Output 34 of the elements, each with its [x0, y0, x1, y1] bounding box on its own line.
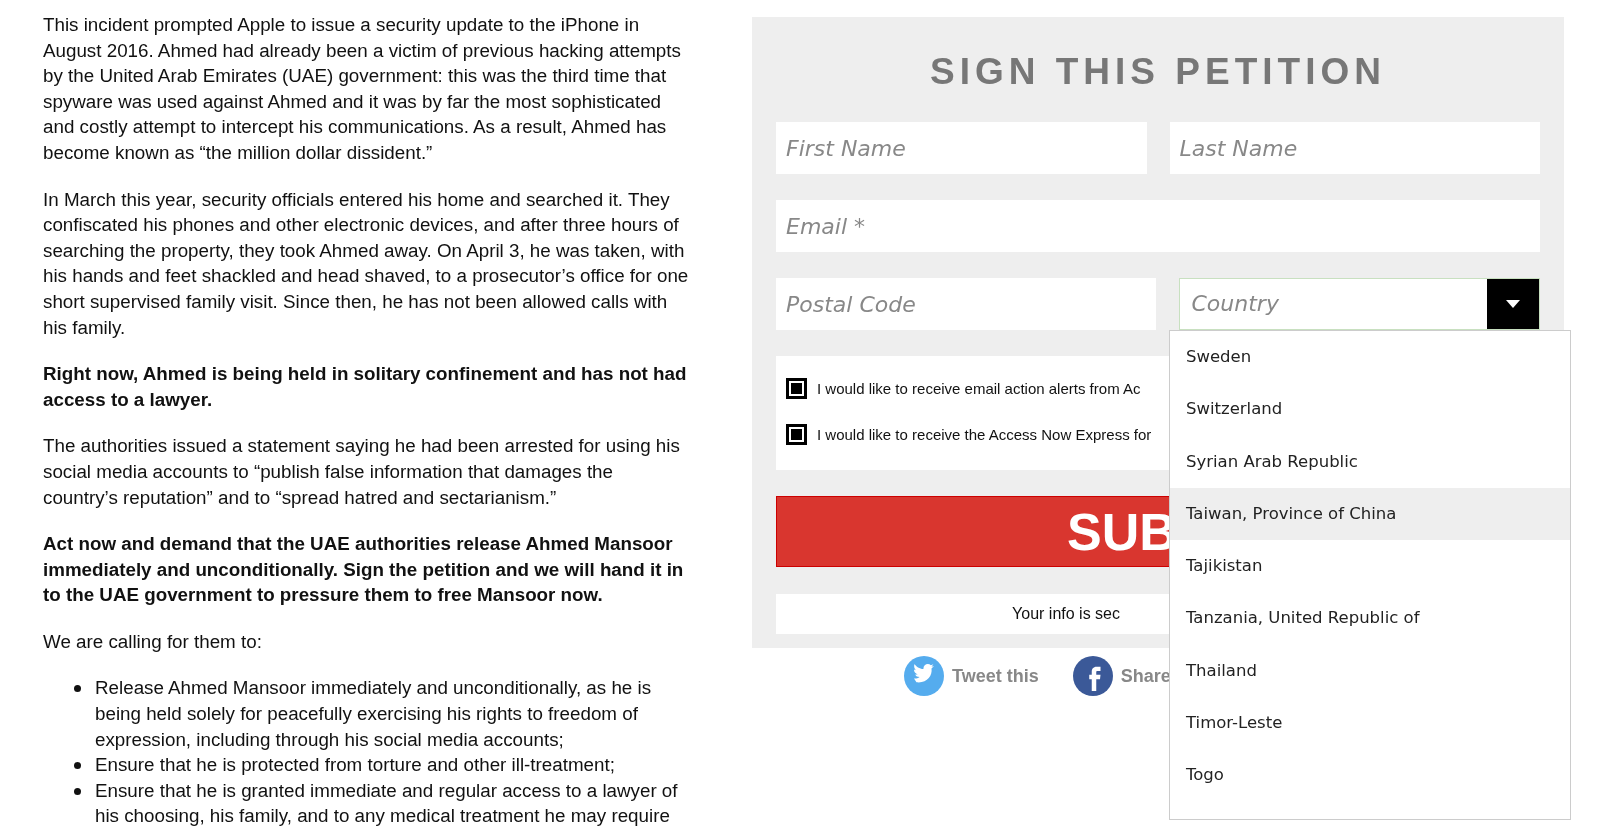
text-field[interactable]: Last Name — [1169, 122, 1540, 174]
dropdown-option[interactable]: Switzerland — [1170, 383, 1570, 436]
paragraph: The authorities issued a statement saying he had been arrested for using his social media accounts to “publish false information that damages the country’s reputation” and to “spread hatred and sectarianism.” — [43, 434, 681, 510]
bullet-icon — [74, 685, 81, 693]
bullet-icon — [74, 787, 81, 795]
checkbox[interactable] — [786, 377, 807, 399]
paragraph: In March this year, security officials entered his home and searched it. They confiscated his phones and other electronic devices, and after three hours of searching the property, they took Ahmed away. On April 3, he was taken, with his hands and feet shackled and head shaved, to a prosecutor’s office for one short supervised family visit. Since then, he has not been allowed calls with his family. — [43, 187, 690, 340]
list-item: Release Ahmed Mansoor immediately and unconditionally, as he is being held solely for peacefully exercising his rights to freedom of expression, including through his social media accounts; — [95, 677, 652, 750]
country-select[interactable]: Country — [1178, 278, 1540, 330]
paragraph: Right now, Ahmed is being held in solitary confinement and has not had access to a lawyer. — [43, 362, 688, 412]
checkbox[interactable] — [786, 423, 807, 445]
share-link[interactable]: Tweet this — [904, 656, 1039, 696]
letter-f-icon — [1072, 656, 1113, 696]
dropdown-option[interactable]: Taiwan, Province of China — [1170, 487, 1570, 541]
list-item: Ensure that he is granted immediate and regular access to a lawyer of his choosing, his family, and to any medical treatment he may require — [95, 779, 678, 827]
paragraph: We are calling for them to: — [43, 629, 263, 654]
text-field[interactable]: Postal Code — [776, 278, 1156, 330]
bird-icon — [904, 656, 944, 696]
text-field[interactable]: First Name — [776, 122, 1147, 174]
paragraph: This incident prompted Apple to issue a security update to the iPhone in August 2016. Ahmed had already been a victim of previous hacking attempts by the United Arab Emirates (UAE) government: this was the third time that spyware was used against Ahmed and it was by far the most sophisticated and costly attempt to intercept his communications. As a result, Ahmed has become known as “the million dollar dissident.” — [43, 13, 682, 165]
dropdown-option[interactable]: Sweden — [1170, 331, 1570, 384]
checkbox-label: I would like to receive the Access Now Express for — [817, 425, 1152, 443]
text-field[interactable]: Email * — [776, 200, 1540, 252]
list-item: Ensure that he is protected from torture and other ill-treatment; — [95, 754, 615, 776]
checkbox-label: I would like to receive email action alerts from Ac — [817, 379, 1141, 397]
bullet-icon — [74, 762, 81, 770]
dropdown-option[interactable]: Thailand — [1170, 644, 1570, 698]
dropdown-option[interactable]: Togo — [1170, 749, 1570, 802]
caret-icon — [1506, 300, 1520, 308]
dropdown-option[interactable]: Syrian Arab Republic — [1170, 435, 1570, 488]
share-link[interactable]: Share — [1072, 656, 1171, 696]
form-title: SIGN THIS PETITION — [929, 50, 1387, 94]
paragraph: Act now and demand that the UAE authorities release Ahmed Mansoor immediately and unconditionally. Sign the petition and we will hand it in to the UAE government to pressure them to free Mansoor now. — [43, 532, 685, 608]
dropdown-option[interactable]: Timor-Leste — [1170, 697, 1570, 750]
